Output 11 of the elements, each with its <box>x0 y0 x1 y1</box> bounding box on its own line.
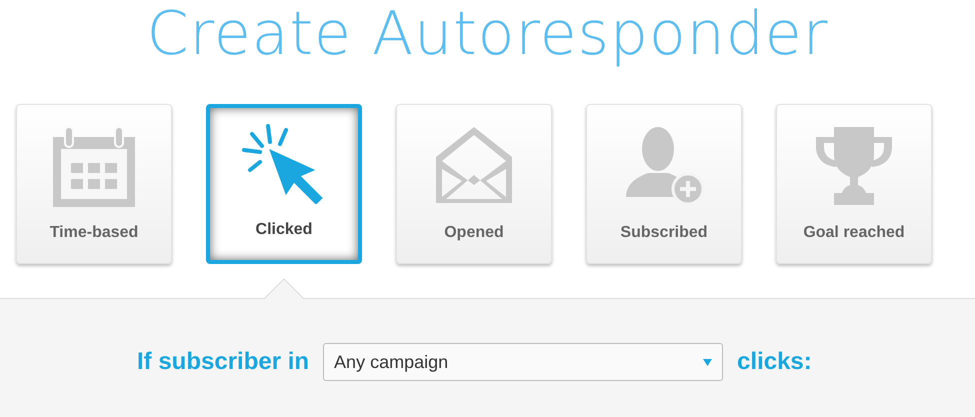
trigger-button[interactable]: Goal reached <box>776 104 932 264</box>
trigger-button[interactable]: Clicked <box>206 104 362 264</box>
calendar-icon <box>51 127 137 207</box>
caret-icon <box>703 358 712 366</box>
condition-label: clicks: <box>737 347 812 377</box>
campaign-select[interactable]: Any campaign <box>323 343 724 381</box>
condition-label: If subscriber in <box>137 347 310 377</box>
trigger-button[interactable]: Opened <box>396 104 552 264</box>
trigger-button[interactable]: Subscribed <box>586 104 742 264</box>
trigger-button[interactable]: Time-based <box>16 104 172 264</box>
page-title: Create Autoresponder <box>146 0 830 64</box>
